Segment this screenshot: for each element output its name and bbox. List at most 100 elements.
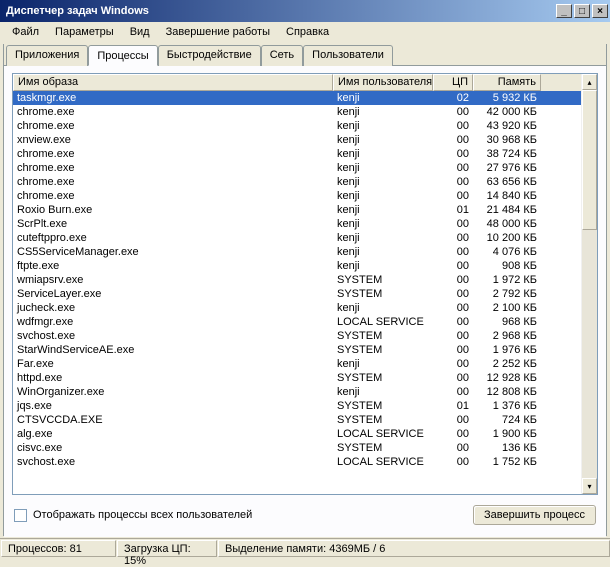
table-row[interactable]: xnview.exekenji0030 968 КБ bbox=[13, 133, 581, 147]
column-memory[interactable]: Память bbox=[473, 74, 541, 91]
tab-control: Приложения Процессы Быстродействие Сеть … bbox=[3, 44, 607, 536]
scroll-thumb[interactable] bbox=[582, 90, 597, 230]
table-row[interactable]: taskmgr.exekenji025 932 КБ bbox=[13, 91, 581, 105]
scroll-up-button[interactable]: ▴ bbox=[582, 74, 597, 90]
table-row[interactable]: CS5ServiceManager.exekenji004 076 КБ bbox=[13, 245, 581, 259]
cell-cpu: 00 bbox=[433, 385, 473, 399]
tab-networking[interactable]: Сеть bbox=[261, 45, 303, 66]
table-row[interactable]: CTSVCCDA.EXESYSTEM00724 КБ bbox=[13, 413, 581, 427]
status-bar: Процессов: 81 Загрузка ЦП: 15% Выделение… bbox=[0, 538, 610, 558]
status-processes: Процессов: 81 bbox=[1, 540, 116, 557]
cell-image-name: jqs.exe bbox=[13, 399, 333, 413]
table-row[interactable]: svchost.exeLOCAL SERVICE001 752 КБ bbox=[13, 455, 581, 469]
table-row[interactable]: Far.exekenji002 252 КБ bbox=[13, 357, 581, 371]
table-row[interactable]: wmiapsrv.exeSYSTEM001 972 КБ bbox=[13, 273, 581, 287]
table-row[interactable]: ServiceLayer.exeSYSTEM002 792 КБ bbox=[13, 287, 581, 301]
menu-help[interactable]: Справка bbox=[278, 24, 337, 40]
cell-image-name: alg.exe bbox=[13, 427, 333, 441]
cell-user: kenji bbox=[333, 259, 433, 273]
column-cpu[interactable]: ЦП bbox=[433, 74, 473, 91]
list-body[interactable]: taskmgr.exekenji025 932 КБchrome.exekenj… bbox=[13, 91, 581, 494]
cell-user: SYSTEM bbox=[333, 287, 433, 301]
column-image-name[interactable]: Имя образа bbox=[13, 74, 333, 91]
cell-memory: 1 976 КБ bbox=[473, 343, 541, 357]
menu-shutdown[interactable]: Завершение работы bbox=[158, 24, 278, 40]
table-row[interactable]: ftpte.exekenji00908 КБ bbox=[13, 259, 581, 273]
cell-user: LOCAL SERVICE bbox=[333, 455, 433, 469]
cell-memory: 42 000 КБ bbox=[473, 105, 541, 119]
tab-processes[interactable]: Процессы bbox=[88, 45, 157, 66]
table-row[interactable]: Roxio Burn.exekenji0121 484 КБ bbox=[13, 203, 581, 217]
table-row[interactable]: cuteftppro.exekenji0010 200 КБ bbox=[13, 231, 581, 245]
cell-cpu: 00 bbox=[433, 245, 473, 259]
cell-memory: 21 484 КБ bbox=[473, 203, 541, 217]
vertical-scrollbar[interactable]: ▴ ▾ bbox=[581, 74, 597, 494]
table-row[interactable]: chrome.exekenji0042 000 КБ bbox=[13, 105, 581, 119]
menu-file[interactable]: Файл bbox=[4, 24, 47, 40]
close-button[interactable]: × bbox=[592, 4, 608, 18]
cell-cpu: 00 bbox=[433, 329, 473, 343]
table-row[interactable]: cisvc.exeSYSTEM00136 КБ bbox=[13, 441, 581, 455]
cell-user: kenji bbox=[333, 217, 433, 231]
table-row[interactable]: chrome.exekenji0038 724 КБ bbox=[13, 147, 581, 161]
scroll-down-button[interactable]: ▾ bbox=[582, 478, 597, 494]
cell-user: SYSTEM bbox=[333, 371, 433, 385]
column-user-name[interactable]: Имя пользователя bbox=[333, 74, 433, 91]
table-row[interactable]: jqs.exeSYSTEM011 376 КБ bbox=[13, 399, 581, 413]
table-row[interactable]: chrome.exekenji0063 656 КБ bbox=[13, 175, 581, 189]
cell-user: kenji bbox=[333, 231, 433, 245]
cell-user: SYSTEM bbox=[333, 273, 433, 287]
cell-image-name: CS5ServiceManager.exe bbox=[13, 245, 333, 259]
cell-user: kenji bbox=[333, 91, 433, 105]
cell-cpu: 00 bbox=[433, 287, 473, 301]
cell-memory: 12 928 КБ bbox=[473, 371, 541, 385]
cell-image-name: ftpte.exe bbox=[13, 259, 333, 273]
cell-image-name: ScrPlt.exe bbox=[13, 217, 333, 231]
cell-cpu: 00 bbox=[433, 231, 473, 245]
title-bar[interactable]: Диспетчер задач Windows _ □ × bbox=[0, 0, 610, 22]
cell-image-name: Roxio Burn.exe bbox=[13, 203, 333, 217]
cell-cpu: 00 bbox=[433, 189, 473, 203]
cell-user: LOCAL SERVICE bbox=[333, 427, 433, 441]
window-title: Диспетчер задач Windows bbox=[6, 5, 554, 17]
table-row[interactable]: httpd.exeSYSTEM0012 928 КБ bbox=[13, 371, 581, 385]
minimize-button[interactable]: _ bbox=[556, 4, 572, 18]
table-row[interactable]: jucheck.exekenji002 100 КБ bbox=[13, 301, 581, 315]
cell-memory: 1 972 КБ bbox=[473, 273, 541, 287]
cell-memory: 2 252 КБ bbox=[473, 357, 541, 371]
cell-memory: 1 376 КБ bbox=[473, 399, 541, 413]
table-row[interactable]: ScrPlt.exekenji0048 000 КБ bbox=[13, 217, 581, 231]
cell-cpu: 00 bbox=[433, 455, 473, 469]
bottom-controls: Отображать процессы всех пользователей З… bbox=[12, 495, 598, 529]
cell-user: kenji bbox=[333, 245, 433, 259]
list-header: Имя образа Имя пользователя ЦП Память bbox=[13, 74, 581, 91]
tab-performance[interactable]: Быстродействие bbox=[158, 45, 261, 66]
maximize-button[interactable]: □ bbox=[574, 4, 590, 18]
show-all-users-checkbox[interactable] bbox=[14, 509, 27, 522]
process-list[interactable]: Имя образа Имя пользователя ЦП Память ta… bbox=[12, 73, 598, 495]
cell-memory: 2 100 КБ bbox=[473, 301, 541, 315]
tab-users[interactable]: Пользователи bbox=[303, 45, 393, 66]
table-row[interactable]: wdfmgr.exeLOCAL SERVICE00968 КБ bbox=[13, 315, 581, 329]
cell-image-name: taskmgr.exe bbox=[13, 91, 333, 105]
scroll-track[interactable] bbox=[582, 90, 597, 478]
table-row[interactable]: WinOrganizer.exekenji0012 808 КБ bbox=[13, 385, 581, 399]
table-row[interactable]: svchost.exeSYSTEM002 968 КБ bbox=[13, 329, 581, 343]
table-row[interactable]: chrome.exekenji0027 976 КБ bbox=[13, 161, 581, 175]
menu-options[interactable]: Параметры bbox=[47, 24, 122, 40]
table-row[interactable]: StarWindServiceAE.exeSYSTEM001 976 КБ bbox=[13, 343, 581, 357]
cell-cpu: 00 bbox=[433, 371, 473, 385]
cell-cpu: 01 bbox=[433, 203, 473, 217]
cell-user: SYSTEM bbox=[333, 329, 433, 343]
cell-user: kenji bbox=[333, 119, 433, 133]
cell-cpu: 00 bbox=[433, 441, 473, 455]
tab-applications[interactable]: Приложения bbox=[6, 45, 88, 66]
table-row[interactable]: alg.exeLOCAL SERVICE001 900 КБ bbox=[13, 427, 581, 441]
menu-view[interactable]: Вид bbox=[122, 24, 158, 40]
cell-cpu: 00 bbox=[433, 427, 473, 441]
cell-cpu: 00 bbox=[433, 147, 473, 161]
cell-cpu: 00 bbox=[433, 259, 473, 273]
table-row[interactable]: chrome.exekenji0043 920 КБ bbox=[13, 119, 581, 133]
end-process-button[interactable]: Завершить процесс bbox=[473, 505, 596, 525]
table-row[interactable]: chrome.exekenji0014 840 КБ bbox=[13, 189, 581, 203]
